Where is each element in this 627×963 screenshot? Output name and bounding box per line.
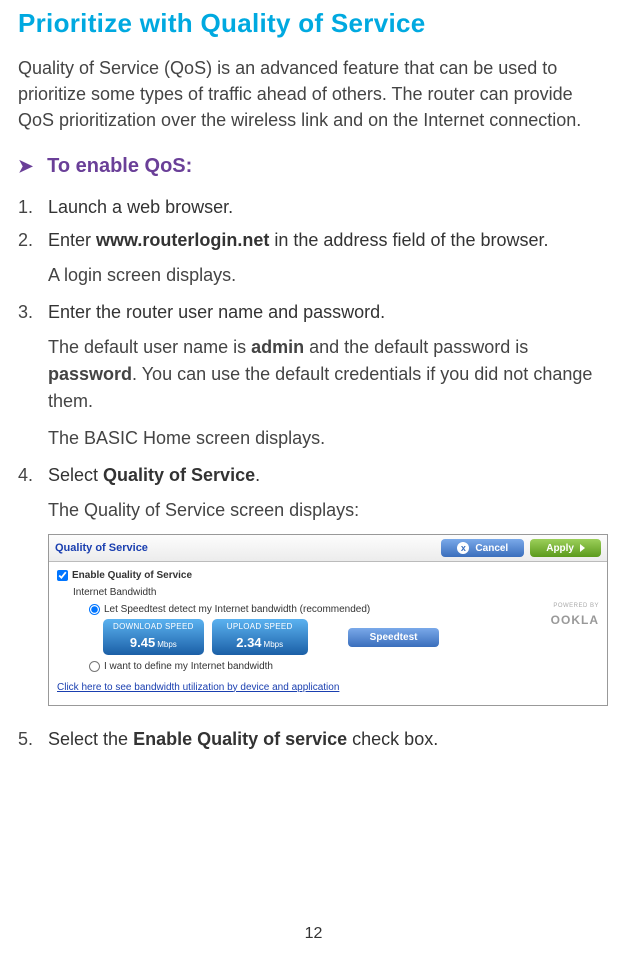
- step-2-bold: www.routerlogin.net: [96, 230, 269, 250]
- step-1-text: Launch a web browser.: [48, 197, 233, 217]
- apply-label: Apply: [546, 543, 574, 554]
- download-value: 9.45: [130, 635, 155, 650]
- download-gauge: DOWNLOAD SPEED 9.45Mbps: [103, 619, 204, 655]
- upload-label: UPLOAD SPEED: [222, 621, 298, 633]
- step-1: Launch a web browser.: [18, 194, 609, 221]
- step-2-sub: A login screen displays.: [48, 262, 609, 289]
- step-3a-bold1: admin: [251, 337, 304, 357]
- internet-bandwidth-label: Internet Bandwidth: [73, 585, 599, 600]
- speed-row: DOWNLOAD SPEED 9.45Mbps UPLOAD SPEED 2.3…: [103, 619, 599, 655]
- cancel-button[interactable]: x Cancel: [441, 539, 524, 557]
- download-unit: Mbps: [157, 640, 177, 649]
- radio-detect-label: Let Speedtest detect my Internet bandwid…: [104, 602, 370, 617]
- download-label: DOWNLOAD SPEED: [113, 621, 194, 633]
- step-5: Select the Enable Quality of service che…: [18, 726, 609, 753]
- step-3a-bold2: password: [48, 364, 132, 384]
- cancel-label: Cancel: [475, 543, 508, 554]
- enable-qos-row[interactable]: Enable Quality of Service: [57, 568, 599, 583]
- step-3-text: Enter the router user name and password.: [48, 302, 385, 322]
- ookla-logo: OOKLA: [551, 611, 599, 629]
- qos-screenshot: Quality of Service x Cancel Apply Enable…: [48, 534, 608, 706]
- step-4-bold: Quality of Service: [103, 465, 255, 485]
- step-2-prefix: Enter: [48, 230, 96, 250]
- step-4-prefix: Select: [48, 465, 103, 485]
- upload-value: 2.34: [236, 635, 261, 650]
- step-4: Select Quality of Service. The Quality o…: [18, 462, 609, 706]
- bandwidth-link-row: Click here to see bandwidth utilization …: [57, 680, 599, 695]
- enable-qos-checkbox[interactable]: [57, 570, 68, 581]
- ookla-brand: POWERED BY OOKLA: [551, 602, 599, 629]
- qos-header-title: Quality of Service: [55, 540, 148, 557]
- radio-define-row[interactable]: I want to define my Internet bandwidth: [89, 659, 599, 674]
- radio-define[interactable]: [89, 661, 100, 672]
- step-2-suffix: in the address field of the browser.: [269, 230, 548, 250]
- step-3a-mid: and the default password is: [304, 337, 528, 357]
- radio-detect-row[interactable]: Let Speedtest detect my Internet bandwid…: [89, 602, 599, 617]
- bandwidth-link[interactable]: Click here to see bandwidth utilization …: [57, 682, 339, 693]
- step-4-suffix: .: [255, 465, 260, 485]
- step-5-prefix: Select the: [48, 729, 133, 749]
- step-5-bold: Enable Quality of service: [133, 729, 347, 749]
- page-title: Prioritize with Quality of Service: [18, 8, 609, 39]
- speedtest-label: Speedtest: [370, 632, 418, 643]
- upload-gauge: UPLOAD SPEED 2.34Mbps: [212, 619, 308, 655]
- step-3-sub-a: The default user name is admin and the d…: [48, 334, 609, 415]
- subheading: To enable QoS:: [47, 155, 192, 178]
- qos-header: Quality of Service x Cancel Apply: [49, 535, 607, 562]
- speedtest-button[interactable]: Speedtest: [348, 628, 440, 647]
- arrow-icon: ➤: [18, 156, 33, 177]
- chevron-right-icon: [580, 544, 585, 552]
- subheading-row: ➤ To enable QoS:: [18, 155, 609, 178]
- step-3a-prefix: The default user name is: [48, 337, 251, 357]
- page-number: 12: [0, 925, 627, 943]
- step-3: Enter the router user name and password.…: [18, 299, 609, 452]
- apply-button[interactable]: Apply: [530, 539, 601, 557]
- step-3-sub-b: The BASIC Home screen displays.: [48, 425, 609, 452]
- intro-text: Quality of Service (QoS) is an advanced …: [18, 55, 609, 133]
- steps-list: Launch a web browser. Enter www.routerlo…: [18, 194, 609, 753]
- close-icon: x: [457, 542, 469, 554]
- powered-by-label: POWERED BY: [551, 602, 599, 611]
- step-4-sub: The Quality of Service screen displays:: [48, 497, 609, 524]
- radio-detect[interactable]: [89, 604, 100, 615]
- qos-body: Enable Quality of Service Internet Bandw…: [49, 562, 607, 705]
- step-2: Enter www.routerlogin.net in the address…: [18, 227, 609, 289]
- upload-unit: Mbps: [264, 640, 284, 649]
- enable-qos-label: Enable Quality of Service: [72, 568, 192, 583]
- step-5-suffix: check box.: [347, 729, 438, 749]
- radio-define-label: I want to define my Internet bandwidth: [104, 659, 273, 674]
